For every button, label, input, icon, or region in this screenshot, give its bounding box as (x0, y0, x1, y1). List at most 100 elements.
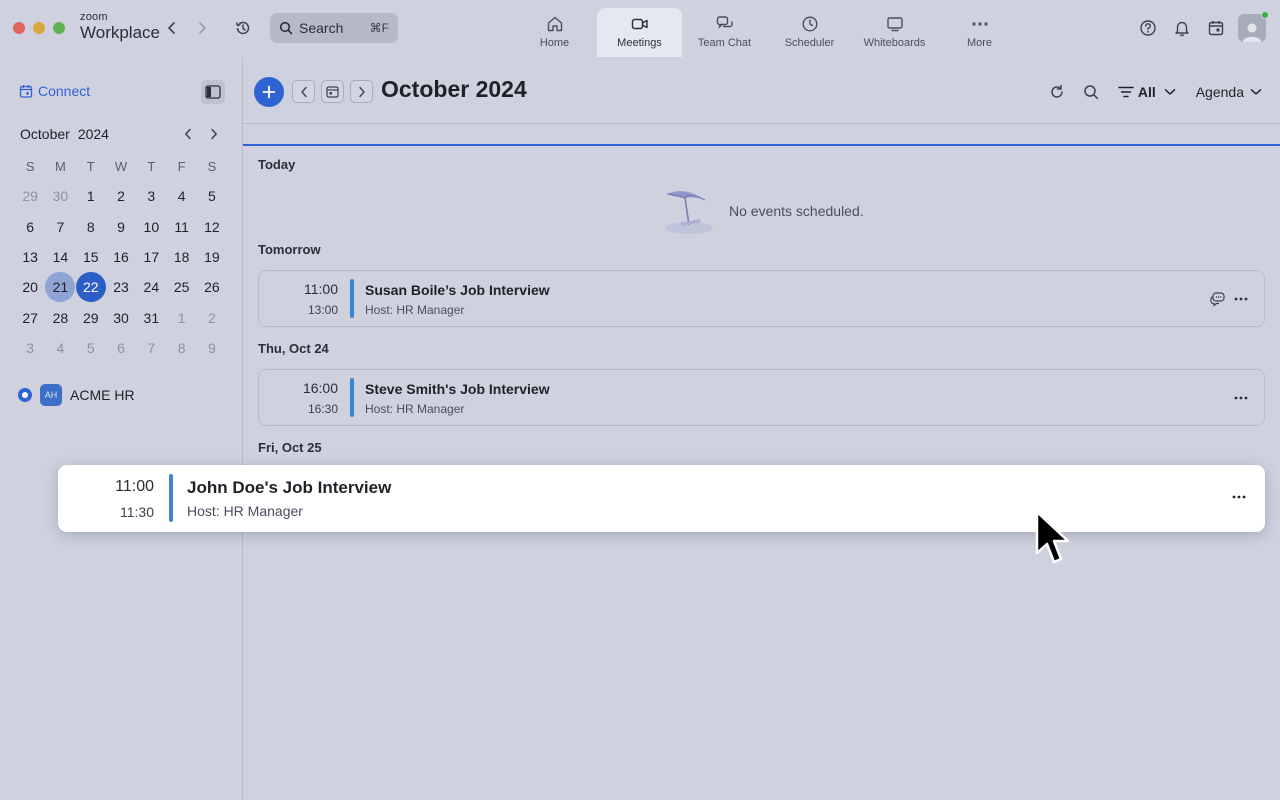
calendar-name: ACME HR (70, 387, 135, 403)
calendar-day[interactable]: 26 (197, 272, 227, 302)
calendar-day[interactable]: 1 (166, 303, 196, 333)
back-button[interactable] (160, 16, 184, 40)
calendar-day[interactable]: 10 (136, 211, 166, 241)
ellipsis-icon (1234, 297, 1248, 301)
mini-calendar-next-button[interactable] (204, 124, 224, 144)
calendar-day[interactable]: 6 (106, 333, 136, 363)
event-card[interactable]: 16:00 16:30 Steve Smith's Job Interview … (258, 369, 1265, 426)
calendar-day[interactable]: 11 (166, 211, 196, 241)
event-start-time: 11:00 (304, 281, 338, 297)
tab-home-label: Home (539, 37, 570, 49)
calendar-day[interactable]: 7 (136, 333, 166, 363)
tab-team-chat[interactable]: Team Chat (682, 8, 767, 57)
calendar-day[interactable]: 27 (15, 303, 45, 333)
tab-meetings[interactable]: Meetings (597, 8, 682, 57)
calendar-day[interactable]: 29 (15, 181, 45, 211)
tab-home[interactable]: Home (512, 8, 597, 57)
calendar-day-number: 4 (177, 188, 186, 205)
calendar-day[interactable]: 8 (166, 333, 196, 363)
calendar-day[interactable]: 4 (45, 333, 75, 363)
calendar-visible-radio[interactable] (18, 388, 32, 402)
calendar-day[interactable]: 18 (166, 242, 196, 272)
calendar-day[interactable]: 31 (136, 303, 166, 333)
calendar-day-number: 7 (147, 340, 156, 357)
jump-to-today-button[interactable] (321, 80, 344, 103)
calendar-day[interactable]: 3 (15, 333, 45, 363)
filter-dropdown[interactable]: All (1118, 84, 1176, 100)
calendar-day[interactable]: 5 (76, 333, 106, 363)
search-button[interactable]: Search ⌘F (270, 13, 398, 43)
calendar-day[interactable]: 15 (76, 242, 106, 272)
calendar-day[interactable]: 12 (197, 211, 227, 241)
event-more-button[interactable] (1231, 289, 1251, 309)
calendar-day[interactable]: 30 (106, 303, 136, 333)
calendar-day[interactable]: 9 (197, 333, 227, 363)
calendar-day[interactable]: 3 (136, 181, 166, 211)
calendar-day[interactable]: 28 (45, 303, 75, 333)
calendar-day[interactable]: 8 (76, 211, 106, 241)
event-more-button[interactable] (1229, 487, 1249, 507)
calendar-day-number: 14 (52, 248, 69, 265)
maximize-window-button[interactable] (53, 22, 65, 34)
history-button[interactable] (231, 16, 255, 40)
calendar-day[interactable]: 22 (75, 272, 106, 303)
event-card[interactable]: 11:00 13:00 Susan Boile’s Job Interview … (258, 270, 1265, 327)
calendar-day[interactable]: 2 (197, 303, 227, 333)
calendar-list-item[interactable]: AH ACME HR (18, 384, 135, 406)
next-period-button[interactable] (350, 80, 373, 103)
refresh-button[interactable] (1044, 79, 1070, 105)
forward-button[interactable] (190, 16, 214, 40)
calendar-day-number: 8 (86, 218, 95, 235)
event-more-button[interactable] (1231, 388, 1251, 408)
bell-icon (1175, 21, 1189, 37)
calendar-day[interactable]: 14 (45, 242, 75, 272)
video-camera-icon (631, 18, 648, 30)
minimize-window-button[interactable] (33, 22, 45, 34)
tab-more[interactable]: More (937, 8, 1022, 57)
event-color-bar (350, 279, 354, 318)
connect-button[interactable]: Connect (19, 83, 90, 99)
calendar-day[interactable]: 29 (76, 303, 106, 333)
calendar-day[interactable]: 21 (45, 272, 76, 303)
calendar-day-number: 3 (147, 188, 156, 205)
calendar-day[interactable]: 1 (76, 181, 106, 211)
calendar-toolbar: October 2024 All Agenda (243, 57, 1280, 124)
help-button[interactable] (1136, 14, 1160, 42)
calendar-day[interactable]: 9 (106, 211, 136, 241)
view-dropdown[interactable]: Agenda (1196, 84, 1262, 100)
calendar-day[interactable]: 4 (166, 181, 196, 211)
close-window-button[interactable] (13, 22, 25, 34)
calendar-day[interactable]: 5 (197, 181, 227, 211)
calendar-day[interactable]: 2 (106, 181, 136, 211)
calendar-day[interactable]: 6 (15, 211, 45, 241)
highlighted-event-card[interactable]: 11:00 11:30 John Doe's Job Interview Hos… (58, 465, 1265, 532)
tab-whiteboards[interactable]: Whiteboards (852, 8, 937, 57)
profile-avatar[interactable] (1238, 11, 1269, 42)
calendar-day-number: 7 (56, 218, 65, 235)
mini-calendar-prev-button[interactable] (178, 124, 198, 144)
calendar-day[interactable]: 25 (166, 272, 196, 302)
tab-scheduler[interactable]: Scheduler (767, 8, 852, 57)
calendar-day-number: 9 (208, 340, 216, 357)
meeting-chat-button[interactable] (1208, 289, 1228, 309)
tab-scheduler-label: Scheduler (784, 37, 835, 49)
calendar-day-number: 31 (143, 309, 160, 326)
calendar-day[interactable]: 30 (45, 181, 75, 211)
calendar-day[interactable]: 16 (106, 242, 136, 272)
calendar-day[interactable]: 7 (45, 211, 75, 241)
calendar-day[interactable]: 17 (136, 242, 166, 272)
calendar-day[interactable]: 13 (15, 242, 45, 272)
search-events-button[interactable] (1078, 79, 1104, 105)
previous-period-button[interactable] (292, 80, 315, 103)
calendar-day[interactable]: 20 (15, 272, 45, 302)
new-event-button[interactable] (254, 77, 284, 107)
calendar-day[interactable]: 23 (106, 272, 136, 302)
toggle-sidebar-button[interactable] (201, 80, 225, 104)
event-end-time: 11:30 (120, 504, 154, 520)
calendar-day-number: 12 (204, 218, 220, 235)
notifications-button[interactable] (1170, 14, 1194, 42)
weekday-header: F (177, 158, 186, 174)
calendar-day[interactable]: 24 (136, 272, 166, 302)
calendar-day[interactable]: 19 (197, 242, 227, 272)
calendar-button[interactable] (1204, 14, 1228, 42)
